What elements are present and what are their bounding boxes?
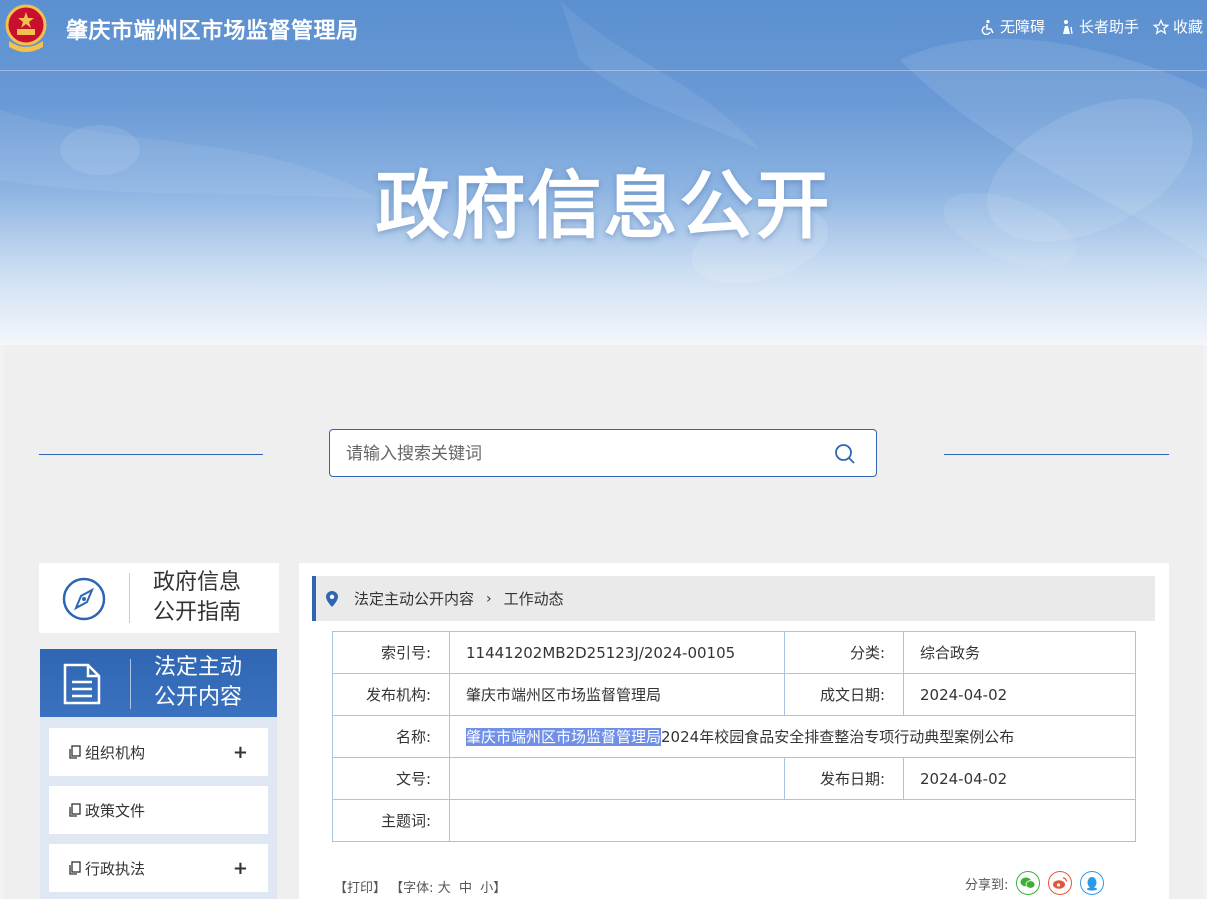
active-label-line2: 公开内容 [154, 685, 243, 710]
sub-navigation: 组织机构 + 政策文件 行政执法 + [40, 717, 277, 899]
keywords-value [449, 799, 1136, 842]
star-icon [1152, 18, 1169, 35]
search-divider-right [944, 454, 1169, 455]
accessibility-label: 无障碍 [999, 18, 1045, 36]
compass-icon [62, 577, 106, 621]
guide-label-line2: 公开指南 [153, 600, 242, 625]
share-bar: 分享到: [965, 871, 1105, 895]
sidebar-item-enforcement[interactable]: 行政执法 + [49, 844, 268, 892]
expand-icon[interactable]: + [233, 858, 248, 879]
font-medium-button[interactable]: 中 [459, 881, 472, 896]
article-panel: 法定主动公开内容 › 工作动态 索引号: 11441202MB2D25123J/… [299, 563, 1169, 899]
favorite-link[interactable]: 收藏 [1152, 16, 1203, 37]
active-label-line1: 法定主动 [154, 655, 243, 680]
qq-share-button[interactable] [1080, 871, 1105, 895]
national-emblem-icon [5, 4, 47, 52]
statutory-disclosure-button[interactable]: 法定主动 公开内容 [40, 649, 277, 717]
doc-number-value [449, 757, 785, 800]
wechat-share-button[interactable] [1016, 871, 1041, 895]
index-label: 索引号: [332, 631, 450, 674]
expand-icon[interactable]: + [233, 742, 248, 763]
category-value: 综合政务 [903, 631, 1136, 674]
weibo-share-button[interactable] [1048, 871, 1073, 895]
table-row: 主题词: [332, 799, 1136, 842]
accessibility-icon [981, 19, 994, 35]
article-tools: 【打印】 【字体: 大 中 小】 [334, 877, 506, 896]
copy-icon [69, 803, 81, 817]
search-icon[interactable] [834, 443, 856, 465]
disclosure-guide-button[interactable]: 政府信息 公开指南 [39, 563, 279, 633]
document-icon [63, 663, 101, 705]
accessibility-link[interactable]: 无障碍 [980, 16, 1045, 37]
print-button[interactable]: 【打印】 [334, 881, 386, 896]
breadcrumb-work-news[interactable]: 工作动态 [504, 588, 564, 609]
name-value: 肇庆市端州区市场监督管理局2024年校园食品安全排查整治专项行动典型案例公布 [449, 715, 1136, 758]
elder-assistant-link[interactable]: 长者助手 [1059, 16, 1139, 37]
sidebar-item-label: 组织机构 [85, 743, 146, 762]
publisher-label: 发布机构: [332, 673, 450, 716]
table-row: 名称: 肇庆市端州区市场监督管理局2024年校园食品安全排查整治专项行动典型案例… [332, 715, 1136, 758]
elder-assistant-label: 长者助手 [1078, 18, 1139, 36]
table-row: 索引号: 11441202MB2D25123J/2024-00105 分类: 综… [332, 631, 1136, 674]
guide-label-line1: 政府信息 [153, 570, 242, 595]
site-title[interactable]: 肇庆市端州区市场监督管理局 [66, 13, 359, 45]
name-rest: 2024年校园食品安全排查整治专项行动典型案例公布 [661, 728, 1015, 746]
wechat-icon [1020, 877, 1036, 889]
table-row: 文号: 发布日期: 2024-04-02 [332, 757, 1136, 800]
search-divider-left [39, 454, 263, 455]
weibo-icon [1053, 877, 1068, 889]
font-large-button[interactable]: 大 [438, 881, 451, 896]
top-bar: 肇庆市端州区市场监督管理局 无障碍 长者助手 收藏 [0, 0, 1207, 71]
sidebar-item-policy[interactable]: 政策文件 [49, 786, 268, 834]
table-row: 发布机构: 肇庆市端州区市场监督管理局 成文日期: 2024-04-02 [332, 673, 1136, 716]
font-size-suffix: 】 [493, 881, 507, 896]
share-label: 分享到: [965, 877, 1009, 893]
active-separator [130, 659, 131, 709]
published-date-label: 发布日期: [784, 757, 904, 800]
publisher-value: 肇庆市端州区市场监督管理局 [449, 673, 785, 716]
qq-icon [1087, 876, 1098, 891]
chevron-right-icon: › [486, 590, 492, 607]
name-label: 名称: [332, 715, 450, 758]
copy-icon [69, 861, 81, 875]
header-banner: 肇庆市端州区市场监督管理局 无障碍 长者助手 收藏 政府信息公开 [0, 0, 1207, 345]
metadata-table: 索引号: 11441202MB2D25123J/2024-00105 分类: 综… [332, 631, 1136, 842]
search-input[interactable] [344, 439, 818, 469]
favorite-label: 收藏 [1172, 18, 1203, 36]
breadcrumb: 法定主动公开内容 › 工作动态 [312, 576, 1155, 621]
location-pin-icon [326, 590, 338, 607]
guide-label: 政府信息 公开指南 [153, 568, 241, 628]
sidebar-item-organization[interactable]: 组织机构 + [49, 728, 268, 776]
category-label: 分类: [784, 631, 904, 674]
sidebar-item-label: 政策文件 [85, 801, 146, 820]
name-highlight: 肇庆市端州区市场监督管理局 [466, 728, 662, 746]
created-date-label: 成文日期: [784, 673, 904, 716]
index-value: 11441202MB2D25123J/2024-00105 [449, 631, 785, 674]
font-size-prefix: 【字体: [390, 881, 434, 896]
sidebar-item-label: 行政执法 [85, 859, 146, 878]
banner-title: 政府信息公开 [375, 163, 832, 249]
active-label: 法定主动 公开内容 [154, 653, 242, 713]
search-box [329, 429, 877, 477]
breadcrumb-statutory[interactable]: 法定主动公开内容 [354, 588, 474, 609]
doc-number-label: 文号: [332, 757, 450, 800]
published-date-value: 2024-04-02 [903, 757, 1136, 800]
created-date-value: 2024-04-02 [903, 673, 1136, 716]
font-small-button[interactable]: 小 [480, 881, 493, 896]
guide-separator [129, 573, 130, 623]
elder-assistant-icon [1062, 19, 1073, 34]
copy-icon [69, 745, 81, 759]
keywords-label: 主题词: [332, 799, 450, 842]
